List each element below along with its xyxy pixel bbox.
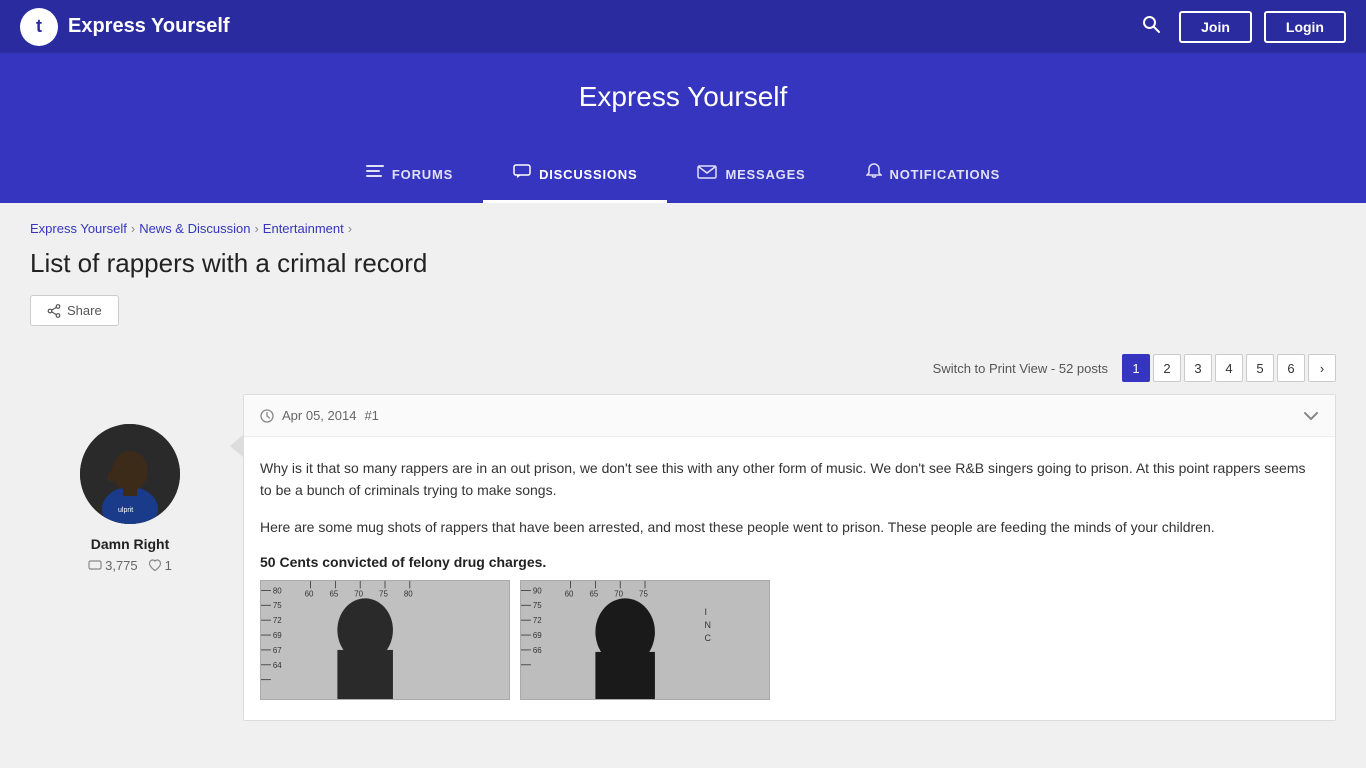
logo: t xyxy=(20,8,58,46)
post-meta: Apr 05, 2014 #1 xyxy=(260,408,379,423)
tab-messages[interactable]: MESSAGES xyxy=(667,149,835,203)
pagination-row: Switch to Print View - 52 posts 1 2 3 4 … xyxy=(0,346,1366,394)
svg-text:69: 69 xyxy=(273,631,282,640)
notifications-icon xyxy=(866,163,882,186)
svg-text:69: 69 xyxy=(533,631,542,640)
nav-tabs: FORUMS DISCUSSIONS MESSAGES NOTIFICATION… xyxy=(0,149,1366,203)
svg-text:C: C xyxy=(705,633,712,643)
svg-text:60: 60 xyxy=(565,590,574,599)
tab-notifications[interactable]: NOTIFICATIONS xyxy=(836,149,1031,203)
site-title: Express Yourself xyxy=(68,15,230,38)
author-comments-count: 3,775 xyxy=(105,558,138,573)
page-2[interactable]: 2 xyxy=(1153,354,1181,382)
post-highlighted-text: 50 Cents convicted of felony drug charge… xyxy=(260,554,1319,570)
post-number: #1 xyxy=(364,408,378,423)
svg-text:67: 67 xyxy=(273,646,282,655)
clock-icon xyxy=(260,409,274,423)
post-paragraph-2: Here are some mug shots of rappers that … xyxy=(260,516,1319,538)
share-label: Share xyxy=(67,303,102,318)
share-button[interactable]: Share xyxy=(30,295,119,326)
mugshot-1: 80 75 72 69 67 64 xyxy=(260,580,510,700)
post-arrow xyxy=(230,394,243,721)
page-title: List of rappers with a crimal record xyxy=(30,248,1336,279)
author-stats: 3,775 1 xyxy=(88,558,172,573)
svg-text:90: 90 xyxy=(533,587,542,596)
tab-discussions-label: DISCUSSIONS xyxy=(539,167,637,182)
svg-text:65: 65 xyxy=(589,590,598,599)
breadcrumb-news[interactable]: News & Discussion xyxy=(139,221,250,236)
breadcrumb-home[interactable]: Express Yourself xyxy=(30,221,127,236)
tab-notifications-label: NOTIFICATIONS xyxy=(890,167,1001,182)
search-button[interactable] xyxy=(1135,8,1167,45)
author-likes-stat: 1 xyxy=(148,558,172,573)
post-paragraph-1: Why is it that so many rappers are in an… xyxy=(260,457,1319,502)
svg-text:I: I xyxy=(705,607,707,617)
page-6[interactable]: 6 xyxy=(1277,354,1305,382)
hero-title: Express Yourself xyxy=(0,81,1366,113)
page-title-area: List of rappers with a crimal record xyxy=(0,244,1366,295)
svg-text:75: 75 xyxy=(639,590,648,599)
svg-text:75: 75 xyxy=(273,601,282,610)
svg-text:72: 72 xyxy=(273,616,282,625)
page-1[interactable]: 1 xyxy=(1122,354,1150,382)
svg-text:80: 80 xyxy=(273,587,282,596)
page-next-button[interactable]: › xyxy=(1308,354,1336,382)
svg-text:65: 65 xyxy=(329,590,338,599)
post-content-area: Apr 05, 2014 #1 Why is it that so many r… xyxy=(243,394,1336,721)
print-view-text: Switch to Print View - 52 posts xyxy=(933,361,1108,376)
top-bar: t Express Yourself Join Login xyxy=(0,0,1366,53)
page-content: Express Yourself › News & Discussion › E… xyxy=(0,203,1366,721)
join-button[interactable]: Join xyxy=(1179,11,1252,43)
breadcrumb: Express Yourself › News & Discussion › E… xyxy=(30,221,1336,236)
tab-forums-label: FORUMS xyxy=(392,167,453,182)
post-collapse-button[interactable] xyxy=(1303,405,1319,426)
svg-text:75: 75 xyxy=(533,601,542,610)
page-numbers: 1 2 3 4 5 6 › xyxy=(1122,354,1336,382)
page-4[interactable]: 4 xyxy=(1215,354,1243,382)
svg-text:66: 66 xyxy=(533,646,542,655)
top-bar-right: Join Login xyxy=(1135,8,1346,45)
post-container: ulprit Damn Right 3,775 1 xyxy=(30,394,1336,721)
page-5[interactable]: 5 xyxy=(1246,354,1274,382)
post-images: 80 75 72 69 67 64 xyxy=(260,580,1319,700)
author-name: Damn Right xyxy=(91,536,170,552)
author-avatar: ulprit xyxy=(80,424,180,524)
login-button[interactable]: Login xyxy=(1264,11,1346,43)
discussions-icon xyxy=(513,164,531,185)
hero-banner: Express Yourself xyxy=(0,53,1366,149)
breadcrumb-area: Express Yourself › News & Discussion › E… xyxy=(0,203,1366,244)
svg-text:N: N xyxy=(705,620,711,630)
mugshot-2: 90 75 72 69 66 xyxy=(520,580,770,700)
author-comments-stat: 3,775 xyxy=(88,558,138,573)
post-author-sidebar: ulprit Damn Right 3,775 1 xyxy=(30,394,230,721)
post-date: Apr 05, 2014 xyxy=(282,408,356,423)
svg-text:60: 60 xyxy=(305,590,314,599)
messages-icon xyxy=(697,165,717,184)
top-bar-left: t Express Yourself xyxy=(20,8,230,46)
svg-text:70: 70 xyxy=(614,590,623,599)
post-arrow-shape xyxy=(230,434,244,458)
page-3[interactable]: 3 xyxy=(1184,354,1212,382)
tab-forums[interactable]: FORUMS xyxy=(336,149,483,203)
svg-text:75: 75 xyxy=(379,590,388,599)
tab-messages-label: MESSAGES xyxy=(725,167,805,182)
breadcrumb-sep-3: › xyxy=(348,221,352,236)
tab-discussions[interactable]: DISCUSSIONS xyxy=(483,149,667,203)
breadcrumb-sep-1: › xyxy=(131,221,135,236)
svg-text:ulprit: ulprit xyxy=(118,507,133,514)
svg-text:72: 72 xyxy=(533,616,542,625)
forums-icon xyxy=(366,165,384,184)
svg-text:70: 70 xyxy=(354,590,363,599)
share-area: Share xyxy=(0,295,1366,346)
breadcrumb-entertainment[interactable]: Entertainment xyxy=(263,221,344,236)
post-header: Apr 05, 2014 #1 xyxy=(244,395,1335,437)
post-body: Why is it that so many rappers are in an… xyxy=(244,437,1335,720)
svg-text:80: 80 xyxy=(404,590,413,599)
breadcrumb-sep-2: › xyxy=(254,221,258,236)
svg-text:64: 64 xyxy=(273,661,282,670)
author-likes-count: 1 xyxy=(165,558,172,573)
